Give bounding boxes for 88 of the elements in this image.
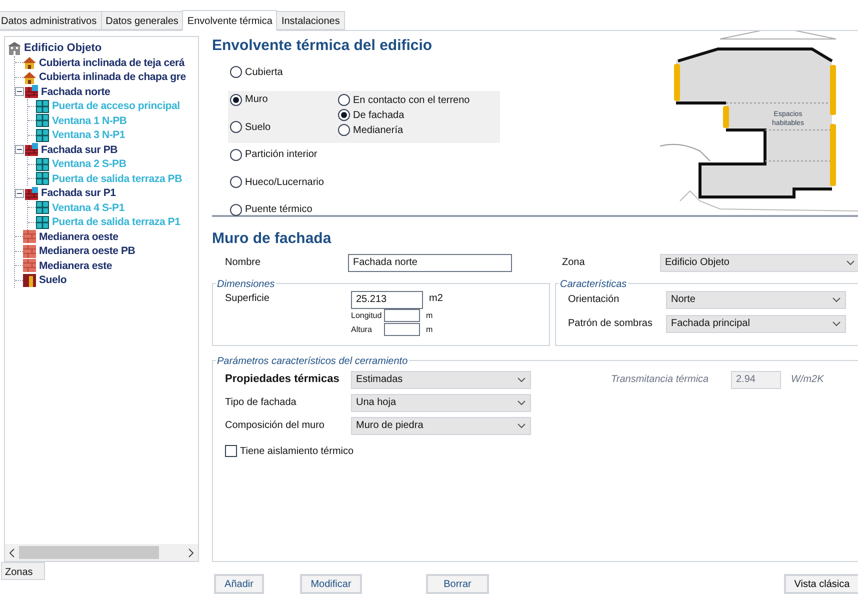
tab[interactable]: Datos generales [100, 11, 184, 30]
chevron-down-icon [517, 376, 526, 382]
action-button[interactable]: Modificar [300, 574, 362, 594]
tree-item[interactable]: Fachada sur P1 [41, 186, 116, 200]
collapse-toggle[interactable] [15, 188, 24, 198]
brick-icon [23, 259, 36, 272]
action-button[interactable]: Vista clásica [784, 574, 858, 594]
horizontal-scrollbar[interactable] [5, 544, 198, 561]
checkbox[interactable] [225, 445, 237, 457]
field-label: Longitud [351, 310, 383, 322]
unit-label: m2 [429, 292, 443, 306]
brick-icon [23, 230, 36, 244]
chevron-down-icon [832, 320, 841, 326]
field-label: Orientación [568, 293, 620, 307]
dropdown[interactable]: Estimadas [351, 370, 531, 388]
area-field[interactable]: 25.213 [351, 290, 423, 308]
dropdown[interactable]: Edificio Objeto [660, 254, 858, 272]
tab[interactable]: Envolvente térmica [182, 10, 278, 31]
section-title: Envolvente térmica del edificio [212, 36, 432, 56]
window-icon [36, 172, 49, 186]
tree-item[interactable]: Medianera oeste [39, 230, 118, 244]
input-field[interactable] [384, 323, 420, 336]
unit-label: W/m2K [791, 373, 824, 387]
unit-label: m [426, 310, 433, 322]
window-icon [36, 128, 49, 142]
collapse-toggle[interactable] [15, 145, 24, 154]
radio-label: Partición interior [245, 148, 318, 162]
tree-item[interactable]: Suelo [39, 273, 67, 288]
dropdown[interactable]: Una hoja [351, 394, 531, 412]
field-label: Patrón de sombras [568, 317, 654, 331]
chevron-down-icon [517, 422, 526, 428]
floor-icon [23, 274, 36, 287]
radio-label: Cubierta [245, 66, 283, 80]
action-button[interactable]: Añadir [214, 574, 264, 594]
radio-label: Muro [245, 93, 268, 108]
radio-button[interactable] [230, 66, 242, 78]
tree-item[interactable]: Medianera este [39, 258, 112, 273]
field-label: Tipo de fachada [225, 396, 298, 410]
brick-icon [23, 244, 36, 258]
wall-icon [25, 143, 38, 156]
wall-icon [25, 85, 38, 98]
window-icon [36, 216, 49, 229]
name-field[interactable]: Fachada norte [348, 254, 512, 272]
input-field[interactable] [384, 309, 420, 322]
action-button[interactable]: Borrar [426, 574, 489, 594]
house-icon [23, 70, 36, 84]
unit-label: m [426, 324, 433, 336]
radio-label: De fachada [353, 108, 404, 122]
dropdown[interactable]: Muro de piedra [351, 416, 531, 434]
collapse-toggle[interactable] [15, 87, 24, 96]
tree-item[interactable]: Fachada norte [41, 84, 110, 99]
radio-label: Suelo [245, 120, 271, 135]
radio-label: En contacto con el terreno [353, 94, 470, 108]
window-icon [36, 158, 49, 171]
window-icon [36, 100, 49, 113]
wall-icon [25, 186, 38, 200]
dropdown[interactable]: Fachada principal [666, 314, 846, 332]
radio-button[interactable] [230, 176, 242, 188]
house-icon [23, 56, 36, 70]
tree-item[interactable]: Medianera oeste PB [39, 244, 136, 258]
dropdown[interactable]: Norte [666, 290, 846, 308]
radio-label: Puente térmico [245, 203, 312, 218]
tree-item[interactable]: Fachada sur PB [41, 142, 118, 157]
window-icon [36, 201, 49, 214]
field-label: Nombre [224, 256, 262, 270]
field-label: Altura [351, 324, 373, 336]
tree-item[interactable]: Cubierta inlinada de chapa gre [39, 70, 186, 84]
field-label: Transmitancia térmica [611, 373, 710, 387]
zones-tab[interactable]: Zonas [1, 562, 45, 580]
checkbox-label: Tiene aislamiento térmico [240, 444, 354, 458]
field-label: Zona [562, 256, 586, 270]
tree-item[interactable]: Cubierta inclinada de teja cerá [39, 56, 185, 70]
chevron-down-icon [832, 296, 841, 302]
chevron-down-icon [517, 400, 526, 406]
field-label: Composición del muro [225, 419, 326, 433]
field-label: Superficie [225, 292, 270, 306]
field-label: Propiedades térmicas [225, 372, 340, 388]
window-icon [36, 114, 49, 128]
tab[interactable]: Datos administrativos [0, 11, 102, 30]
building-icon [8, 42, 21, 55]
radio-label: Hueco/Lucernario [245, 176, 324, 190]
tab[interactable]: Instalaciones [276, 11, 345, 30]
section-title: Muro de fachada [212, 229, 332, 249]
chevron-down-icon [846, 260, 855, 266]
tree-item[interactable]: Edificio Objeto [24, 40, 102, 56]
radio-label: Medianería [353, 124, 404, 138]
radio-button[interactable] [230, 204, 242, 216]
radio-button[interactable] [230, 148, 242, 161]
